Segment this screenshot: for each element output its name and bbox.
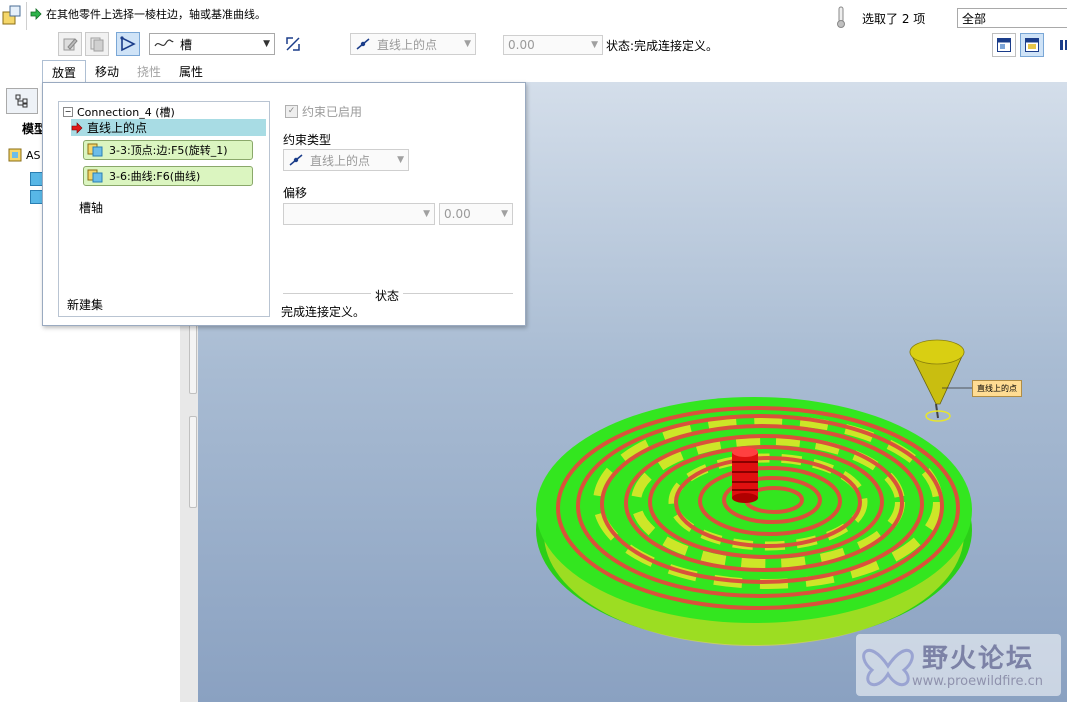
edit-pencil-button[interactable] — [58, 32, 82, 56]
offset-label: 偏移 — [283, 186, 308, 200]
connection-icon — [120, 36, 136, 52]
cone-follower — [909, 339, 974, 422]
status-message: 完成连接定义。 — [281, 305, 366, 319]
splitter-handle[interactable] — [189, 416, 197, 508]
window-icon — [997, 38, 1011, 52]
connection-set-list[interactable]: − Connection_4 (槽) 直线上的点 3-3:顶点:边:F5(旋转_… — [58, 101, 270, 317]
slot-icon — [154, 39, 174, 47]
tree-root-label: AS — [26, 148, 41, 162]
user-defined-connection-button[interactable] — [116, 32, 140, 56]
offset-type-select[interactable]: ▼ — [283, 203, 435, 225]
point-on-line-label: 直线上的点 — [972, 380, 1022, 397]
panel-constraint-type-value: 直线上的点 — [310, 153, 371, 168]
offset-value: 0.00 — [508, 38, 535, 52]
chevron-down-icon: ▼ — [397, 155, 404, 165]
center-pin — [732, 447, 758, 503]
panel-constraint-type-select[interactable]: 直线上的点 ▼ — [283, 149, 409, 171]
point-on-line-icon — [289, 154, 303, 166]
flip-button[interactable] — [281, 32, 305, 56]
point-on-line-icon — [356, 38, 370, 50]
reference-1-label: 3-3:顶点:边:F5(旋转_1) — [109, 144, 228, 157]
tab-flexibility[interactable]: 挠性 — [128, 60, 170, 82]
chevron-down-icon: ▼ — [501, 209, 508, 219]
constraint-enabled-label: 约束已启用 — [302, 105, 363, 119]
connection-header[interactable]: − Connection_4 (槽) — [63, 104, 175, 120]
panel-offset-input[interactable]: 0.00 ▼ — [439, 203, 513, 225]
pause-icon — [1060, 40, 1067, 50]
green-arrow-icon — [30, 8, 42, 20]
copy-icon — [90, 37, 104, 52]
status-text: 状态:完成连接定义。 — [606, 39, 719, 53]
pause-view-button[interactable] — [992, 33, 1016, 57]
status-title: 状态 — [371, 287, 404, 304]
copy-button[interactable] — [85, 32, 109, 56]
chevron-down-icon: ▼ — [464, 39, 471, 49]
tree-icon — [15, 94, 28, 108]
reference-collector-1[interactable]: 3-3:顶点:边:F5(旋转_1) — [83, 140, 253, 160]
pencil-icon — [63, 38, 78, 51]
assembly-icon — [8, 148, 22, 162]
butterfly-icon — [862, 648, 914, 687]
offset-input[interactable]: 0.00 ▼ — [503, 35, 603, 55]
connection-type-value: 槽 — [180, 37, 193, 52]
tab-placement[interactable]: 放置 — [42, 60, 87, 83]
part-reference-icon — [87, 169, 103, 183]
part-reference-icon — [87, 143, 103, 157]
message-text: 在其他零件上选择一棱柱边，轴或基准曲线。 — [46, 8, 266, 21]
red-arrow-icon — [71, 121, 83, 134]
watermark-logo: 野火论坛 www.proewildfire.cn — [856, 634, 1061, 696]
selection-filter-value: 全部 — [962, 11, 987, 26]
dashboard-tabs: 放置 移动 挠性 属性 — [42, 60, 212, 83]
watermark-url: www.proewildfire.cn — [912, 674, 1043, 689]
window-icon — [1025, 38, 1039, 52]
new-set-item[interactable]: 新建集 — [67, 296, 103, 313]
chevron-down-icon: ▼ — [423, 209, 430, 219]
selected-count: 选取了 2 项 — [862, 12, 926, 26]
reference-collector-2[interactable]: 3-6:曲线:F6(曲线) — [83, 166, 253, 186]
constraint-type-select[interactable]: 直线上的点 ▼ — [350, 33, 476, 55]
placement-panel: − Connection_4 (槽) 直线上的点 3-3:顶点:边:F5(旋转_… — [42, 82, 526, 326]
flip-icon — [286, 37, 300, 51]
tab-properties[interactable]: 属性 — [170, 60, 212, 82]
connection-type-select[interactable]: 槽 ▼ — [149, 33, 275, 55]
assembly-icon — [2, 5, 21, 25]
constraint-enabled-checkbox[interactable]: ✓ 约束已启用 — [285, 103, 362, 120]
dashboard: 在其他零件上选择一棱柱边，轴或基准曲线。 槽 ▼ 直线上的点 ▼ 0.00 ▼ … — [0, 0, 1067, 83]
tree-root-item[interactable]: AS — [8, 148, 41, 162]
reference-2-label: 3-6:曲线:F6(曲线) — [109, 170, 201, 183]
selection-filter-select[interactable]: 全部 — [957, 8, 1067, 28]
chevron-down-icon: ▼ — [263, 39, 270, 49]
separate-window-button[interactable] — [1020, 33, 1044, 57]
message-line: 在其他零件上选择一棱柱边，轴或基准曲线。 — [30, 6, 266, 22]
collapse-icon[interactable]: − — [63, 107, 73, 117]
thermometer-icon — [837, 6, 845, 28]
constraint-item-label: 直线上的点 — [87, 121, 148, 135]
tab-move[interactable]: 移动 — [86, 60, 128, 82]
pause-button[interactable] — [1052, 33, 1067, 57]
slot-axis-item[interactable]: 槽轴 — [79, 199, 103, 216]
chevron-down-icon: ▼ — [591, 40, 598, 50]
connection-name: Connection_4 (槽) — [77, 106, 175, 119]
constraint-type-value: 直线上的点 — [377, 37, 438, 52]
constraint-item[interactable]: 直线上的点 — [71, 119, 266, 136]
watermark-title: 野火论坛 — [922, 644, 1035, 674]
model-tree-tab[interactable] — [6, 88, 38, 114]
panel-offset-value: 0.00 — [444, 207, 471, 221]
constraint-type-label: 约束类型 — [283, 133, 332, 147]
checkbox-checked-icon: ✓ — [285, 105, 298, 118]
divider — [26, 2, 27, 30]
